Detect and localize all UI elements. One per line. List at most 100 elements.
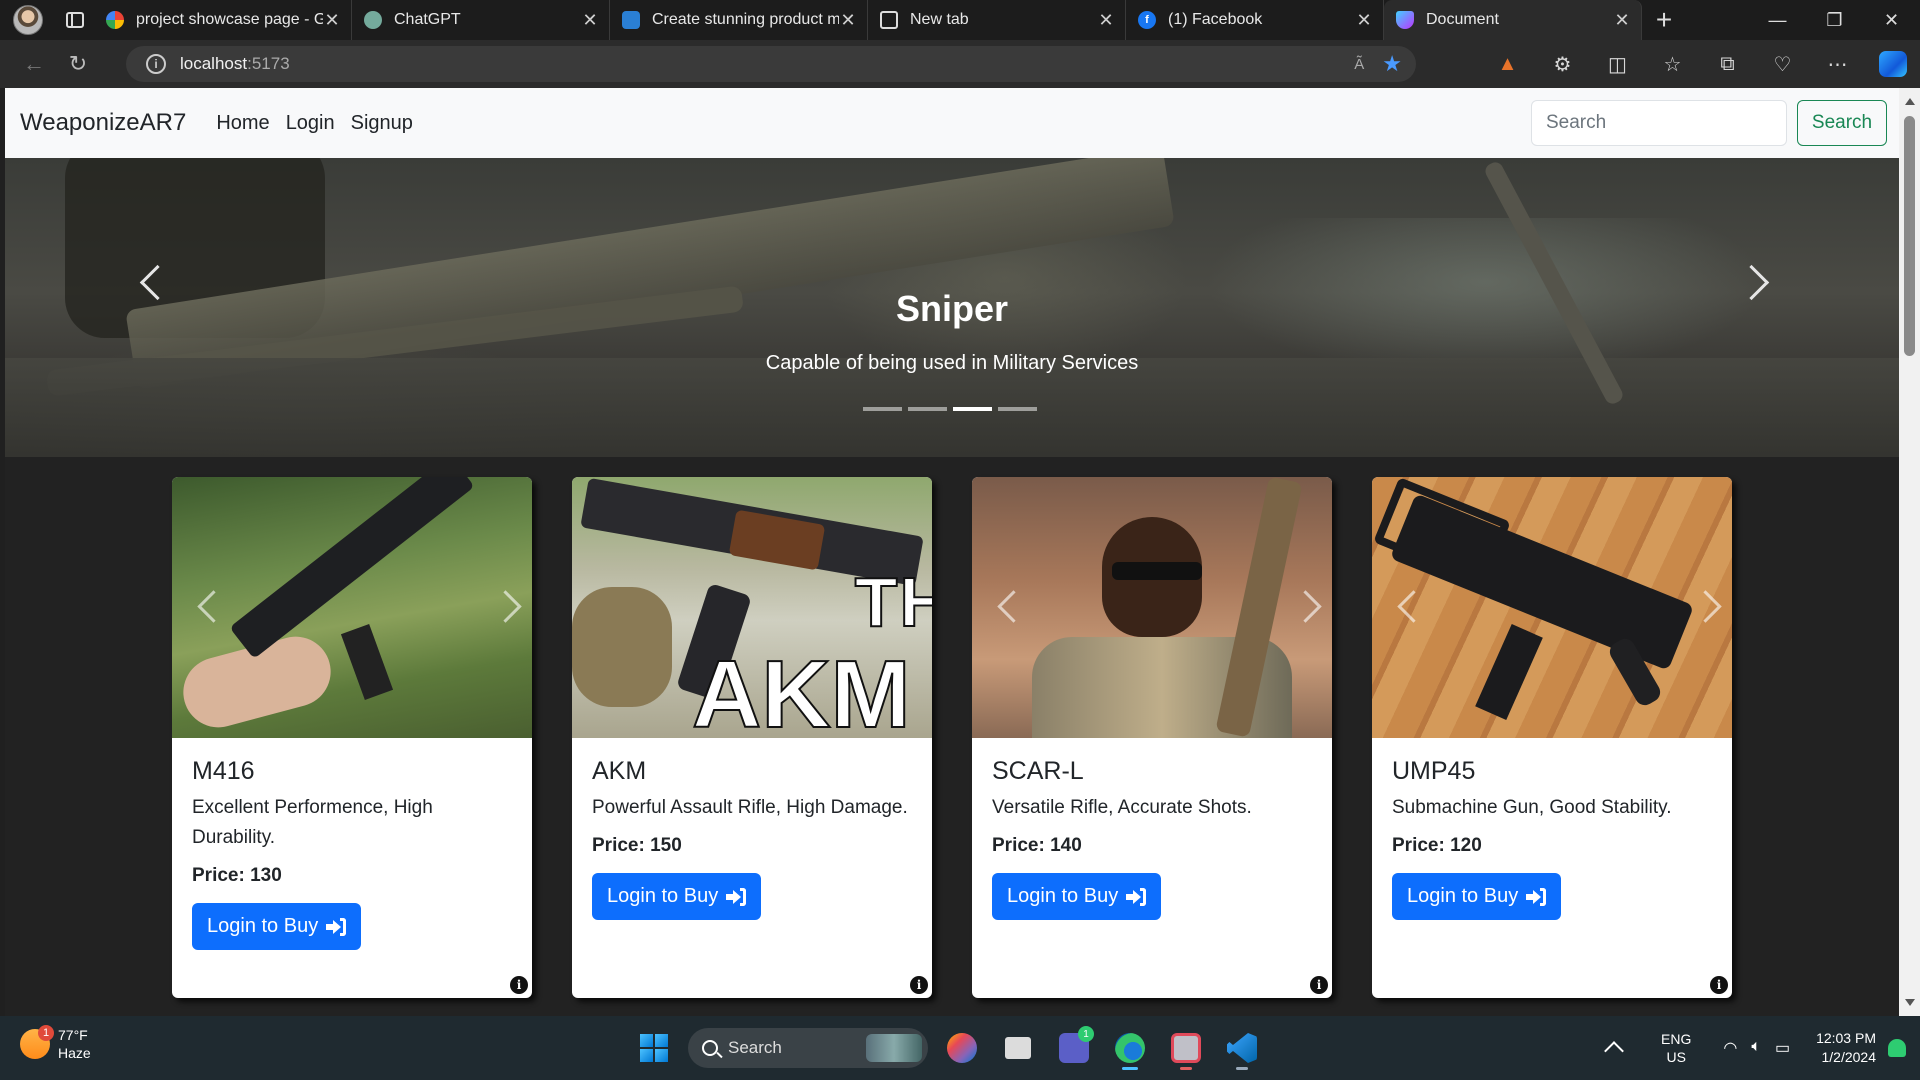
image-next-chevron-icon[interactable] <box>494 595 518 619</box>
close-tab-icon[interactable]: ✕ <box>839 10 857 31</box>
carousel-indicators <box>863 407 1037 411</box>
start-button-windows-icon[interactable] <box>632 1026 676 1070</box>
browser-tab[interactable]: f (1) Facebook ✕ <box>1126 0 1384 40</box>
product-price: Price: 120 <box>1392 835 1482 856</box>
nav-link-signup[interactable]: Signup <box>351 112 413 135</box>
hero-carousel: Sniper Capable of being used in Military… <box>5 158 1899 457</box>
image-prev-chevron-icon[interactable] <box>1002 595 1026 619</box>
close-tab-icon[interactable]: ✕ <box>1355 10 1373 31</box>
browser-tab[interactable]: project showcase page - G ✕ <box>94 0 352 40</box>
clock[interactable]: 12:03 PM 1/2/2024 <box>1816 1029 1876 1067</box>
browser-tab-active[interactable]: Document ✕ <box>1384 0 1642 40</box>
tab-actions-button[interactable] <box>56 0 94 40</box>
info-icon[interactable]: i <box>1710 976 1728 994</box>
address-bar[interactable]: i localhost:5173 A͂ ★ <box>126 46 1416 82</box>
battery-icon: ▭ <box>1774 1040 1791 1057</box>
vscode-icon[interactable] <box>1220 1026 1264 1070</box>
brand-logo[interactable]: WeaponizeAR7 <box>20 109 186 137</box>
nav-link-login[interactable]: Login <box>286 112 335 135</box>
restore-button[interactable]: ❐ <box>1806 0 1863 40</box>
site-info-icon[interactable]: i <box>146 54 166 74</box>
info-icon[interactable]: i <box>1310 976 1328 994</box>
product-price: Price: 130 <box>192 865 282 886</box>
browser-tab[interactable]: ChatGPT ✕ <box>352 0 610 40</box>
vite-icon <box>1396 11 1414 29</box>
browser-essentials-icon[interactable]: ♡ <box>1755 52 1810 77</box>
close-tab-icon[interactable]: ✕ <box>1613 10 1631 31</box>
clock-time: 12:03 PM <box>1816 1030 1876 1046</box>
task-view-icon[interactable] <box>996 1026 1040 1070</box>
google-icon <box>106 11 124 29</box>
teams-badge: 1 <box>1078 1026 1094 1042</box>
scroll-down-arrow-icon[interactable] <box>1905 999 1915 1006</box>
carousel-indicator[interactable] <box>998 407 1037 411</box>
info-icon[interactable]: i <box>510 976 528 994</box>
extensions-puzzle-icon[interactable]: ⚙ <box>1535 52 1590 77</box>
login-to-buy-button[interactable]: Login to Buy <box>1392 873 1562 920</box>
favorite-star-icon[interactable]: ★ <box>1382 51 1402 77</box>
product-description: Excellent Performence, High Durability. <box>192 797 433 848</box>
close-window-button[interactable]: ✕ <box>1863 0 1920 40</box>
carousel-indicator-active[interactable] <box>953 407 992 411</box>
product-name: SCAR-L <box>992 757 1084 785</box>
favorites-icon[interactable]: ☆ <box>1645 52 1700 77</box>
split-screen-icon[interactable]: ◫ <box>1590 52 1645 77</box>
copilot-icon[interactable] <box>1865 51 1920 77</box>
show-hidden-icons-chevron-icon[interactable] <box>1604 1041 1624 1061</box>
close-tab-icon[interactable]: ✕ <box>1097 10 1115 31</box>
browser-tab[interactable]: New tab ✕ <box>868 0 1126 40</box>
image-next-chevron-icon[interactable] <box>1694 595 1718 619</box>
card-body: M416 Excellent Performence, High Durabil… <box>192 750 514 950</box>
carousel-indicator[interactable] <box>908 407 947 411</box>
refresh-button[interactable]: ↻ <box>56 44 100 84</box>
login-to-buy-button[interactable]: Login to Buy <box>992 873 1162 920</box>
login-to-buy-button[interactable]: Login to Buy <box>192 903 362 950</box>
card-body: UMP45 Submachine Gun, Good Stability. Pr… <box>1392 750 1714 920</box>
window-controls: — ❐ ✕ <box>1749 0 1920 40</box>
search-input[interactable] <box>1531 100 1787 146</box>
product-price: Price: 150 <box>592 835 682 856</box>
edge-browser-icon[interactable] <box>1108 1026 1152 1070</box>
browser-tab-strip: project showcase page - G ✕ ChatGPT ✕ Cr… <box>0 0 1920 40</box>
teams-icon[interactable]: 1 <box>1052 1026 1096 1070</box>
tab-title: Document <box>1426 11 1499 28</box>
info-icon[interactable]: i <box>910 976 928 994</box>
tab-title: Create stunning product m <box>652 11 839 28</box>
wifi-icon: ◠ <box>1723 1040 1738 1057</box>
search-icon <box>702 1040 718 1056</box>
scrollbar-thumb[interactable] <box>1904 116 1915 356</box>
search-form: Search <box>1531 100 1887 146</box>
product-card: TH AKM AKM Powerful Assault Rifle, High … <box>572 477 932 998</box>
browser-tab[interactable]: Create stunning product m ✕ <box>610 0 868 40</box>
close-tab-icon[interactable]: ✕ <box>323 10 341 31</box>
taskbar-search[interactable]: Search <box>688 1028 928 1068</box>
collections-icon[interactable]: ⧉ <box>1700 53 1755 76</box>
facebook-icon: f <box>1138 11 1156 29</box>
product-name: UMP45 <box>1392 757 1476 785</box>
copilot-app-icon[interactable] <box>940 1026 984 1070</box>
new-tab-button[interactable]: + <box>1642 4 1686 36</box>
back-button[interactable]: ← <box>12 44 56 84</box>
close-tab-icon[interactable]: ✕ <box>581 10 599 31</box>
carousel-indicator[interactable] <box>863 407 902 411</box>
language-indicator[interactable]: ENG US <box>1661 1030 1691 1066</box>
read-aloud-icon[interactable]: A͂ <box>1354 56 1364 73</box>
page-scrollbar[interactable] <box>1899 88 1920 1016</box>
scroll-up-arrow-icon[interactable] <box>1905 98 1915 105</box>
notification-bell-icon[interactable] <box>1888 1039 1906 1057</box>
weather-widget[interactable]: 1 77°F Haze <box>20 1025 91 1062</box>
minimize-button[interactable]: — <box>1749 0 1806 40</box>
browser-extensions: ▲ ⚙ ◫ ☆ ⧉ ♡ ⋯ <box>1480 40 1920 88</box>
login-to-buy-button[interactable]: Login to Buy <box>592 873 762 920</box>
clock-date: 1/2/2024 <box>1821 1049 1877 1065</box>
extension-icon[interactable]: ▲ <box>1480 53 1535 76</box>
search-button[interactable]: Search <box>1797 100 1887 146</box>
image-prev-chevron-icon[interactable] <box>202 595 226 619</box>
profile-button[interactable] <box>0 0 56 40</box>
image-prev-chevron-icon[interactable] <box>1402 595 1426 619</box>
snipping-tool-icon[interactable] <box>1164 1026 1208 1070</box>
more-menu-icon[interactable]: ⋯ <box>1810 52 1865 77</box>
quick-settings[interactable]: ◠ 🔈︎ ▭ <box>1723 1038 1790 1058</box>
image-next-chevron-icon[interactable] <box>1294 595 1318 619</box>
nav-link-home[interactable]: Home <box>216 112 269 135</box>
